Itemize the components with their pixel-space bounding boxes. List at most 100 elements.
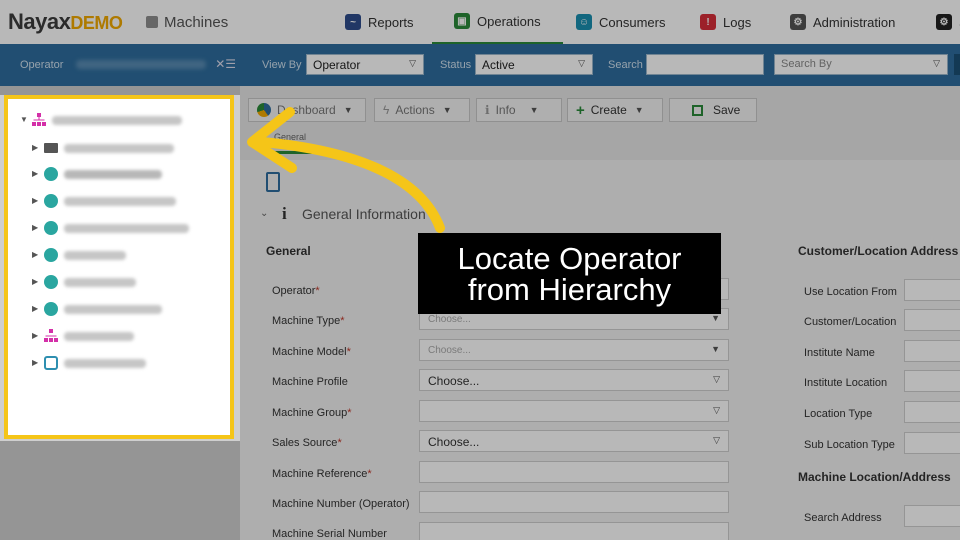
callout-line-1: Locate Operator — [457, 241, 682, 276]
dashboard-button[interactable]: Dashboard ▼ — [248, 98, 366, 122]
viewby-select[interactable]: Operator ▽ — [306, 54, 424, 75]
tree-node-operator[interactable]: ▶ — [32, 248, 222, 264]
tab-general[interactable]: General — [274, 132, 318, 154]
general-information-panel: ⌄ i General Information General Operator… — [240, 160, 960, 540]
institute-name-field[interactable] — [904, 340, 960, 362]
module-title: Machines — [146, 14, 228, 31]
administration-icon: ⚙ — [790, 14, 806, 30]
machines-icon — [146, 16, 158, 28]
tab-reports[interactable]: ~ Reports — [345, 0, 414, 44]
tree-node-label — [64, 224, 189, 233]
tree-node-label — [64, 278, 136, 287]
top-navigation: NayaxDEMO Machines ~ Reports ▣ Operations … — [0, 0, 960, 44]
info-button[interactable]: ℹ Info ▼ — [476, 98, 562, 122]
operator-icon — [44, 275, 58, 289]
tree-node-operator[interactable]: ▶ — [32, 167, 222, 183]
chevron-down-icon[interactable]: ⌄ — [260, 208, 268, 219]
tree-node-operator[interactable]: ▶ — [32, 221, 222, 237]
chevron-down-icon: ▽ — [713, 405, 720, 415]
tree-node-machine[interactable]: ▶ — [32, 356, 222, 372]
institute-location-label: Institute Location — [804, 377, 888, 389]
location-type-field[interactable] — [904, 401, 960, 423]
tree-node-label — [64, 197, 176, 206]
status-label: Status — [440, 59, 472, 71]
machine-profile-label: Machine Profile — [272, 376, 348, 388]
expand-icon[interactable]: ▶ — [32, 143, 38, 152]
tree-node-label — [64, 251, 126, 260]
operator-icon — [44, 302, 58, 316]
search-address-field[interactable] — [904, 505, 960, 527]
callout-box: Locate Operator from Hierarchy — [418, 233, 721, 314]
tree-node-operator[interactable]: ▶ — [32, 275, 222, 291]
tree-node-label — [64, 305, 162, 314]
machine-profile-select[interactable]: Choose... ▽ — [419, 369, 729, 391]
expand-icon[interactable]: ▶ — [32, 304, 38, 313]
operator-label: Operator* — [272, 285, 320, 297]
create-button[interactable]: + Create ▼ — [567, 98, 663, 122]
tab-administration[interactable]: ⚙ Administration — [790, 0, 895, 44]
searchby-select[interactable]: Search By ▽ — [774, 54, 948, 75]
location-type-label: Location Type — [804, 408, 873, 420]
search-address-label: Search Address — [804, 512, 882, 524]
expand-icon[interactable]: ▶ — [32, 250, 38, 259]
expand-icon[interactable]: ▶ — [32, 277, 38, 286]
expand-icon[interactable]: ▶ — [32, 331, 38, 340]
dashboard-icon — [257, 103, 271, 117]
tab-operations[interactable]: ▣ Operations — [432, 0, 563, 44]
institute-location-field[interactable] — [904, 370, 960, 392]
operator-hierarchy-tree: ▼ ▶ ▶ ▶ ▶ ▶ ▶ ▶ ▶ ▶ — [4, 95, 234, 439]
machine-number-field[interactable] — [419, 491, 729, 513]
tab-logs[interactable]: ! Logs — [700, 0, 751, 44]
status-select[interactable]: Active ▽ — [475, 54, 593, 75]
use-location-from-label: Use Location From — [804, 286, 897, 298]
tree-node-operator[interactable]: ▶ — [32, 302, 222, 318]
general-group-title: General — [266, 244, 311, 258]
tab-more[interactable]: ⚙S — [936, 0, 960, 44]
search-input[interactable] — [646, 54, 764, 75]
tree-node-operator[interactable]: ▶ — [32, 194, 222, 210]
tree-node-folder[interactable]: ▶ — [32, 141, 222, 157]
machine-reference-field[interactable] — [419, 461, 729, 483]
logs-icon: ! — [700, 14, 716, 30]
save-button[interactable]: Save — [669, 98, 757, 122]
actions-button[interactable]: ϟ Actions ▼ — [374, 98, 470, 122]
chevron-down-icon: ▽ — [713, 374, 720, 384]
reports-icon: ~ — [345, 14, 361, 30]
operator-icon — [44, 167, 58, 181]
info-icon: ℹ — [485, 103, 490, 117]
expand-icon[interactable]: ▶ — [32, 358, 38, 367]
machine-number-label: Machine Number (Operator) — [272, 498, 410, 510]
lightning-icon: ϟ — [383, 103, 390, 117]
sub-location-type-field[interactable] — [904, 432, 960, 454]
machine-group-select[interactable]: ▽ — [419, 400, 729, 422]
consumers-icon: ☺ — [576, 14, 592, 30]
sales-source-select[interactable]: Choose... ▽ — [419, 430, 729, 452]
tree-node-label — [64, 144, 174, 153]
operator-input[interactable]: ✕☰ — [70, 54, 242, 75]
clear-list-icon[interactable]: ✕☰ — [215, 57, 236, 71]
tab-consumers[interactable]: ☺ Consumers — [576, 0, 665, 44]
info-icon: i — [282, 204, 287, 223]
save-icon — [692, 104, 703, 116]
expand-icon[interactable]: ▶ — [32, 169, 38, 178]
operator-value-blurred — [76, 60, 206, 69]
chevron-down-icon: ▼ — [529, 105, 539, 115]
machine-serial-field[interactable] — [419, 522, 729, 540]
use-location-from-field[interactable] — [904, 279, 960, 301]
gear-icon: ⚙ — [936, 14, 952, 30]
search-label: Search — [608, 59, 643, 71]
institute-name-label: Institute Name — [804, 347, 875, 359]
machine-serial-label: Machine Serial Number — [272, 528, 387, 540]
expand-icon[interactable]: ▼ — [20, 115, 28, 124]
machine-model-select[interactable]: Choose... ▼ — [419, 339, 729, 361]
expand-icon[interactable]: ▶ — [32, 196, 38, 205]
hierarchy-icon — [32, 113, 46, 127]
search-button[interactable] — [954, 54, 960, 75]
customer-location-label: Customer/Location — [804, 316, 897, 328]
tree-node-root[interactable]: ▼ — [20, 113, 220, 129]
nayax-logo[interactable]: NayaxDEMO — [8, 9, 123, 35]
expand-icon[interactable]: ▶ — [32, 223, 38, 232]
customer-location-field[interactable] — [904, 309, 960, 331]
tree-node-distributor[interactable]: ▶ — [32, 329, 222, 345]
hierarchy-icon — [44, 329, 58, 343]
